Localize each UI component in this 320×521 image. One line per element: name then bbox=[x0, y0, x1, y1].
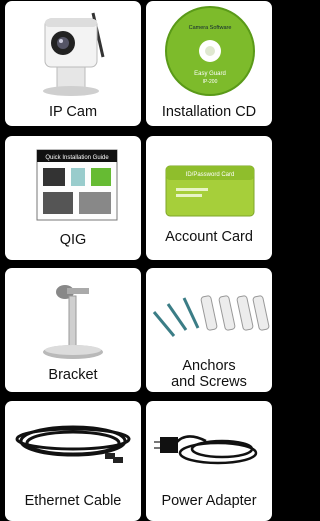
ethernet-cable-image bbox=[15, 425, 131, 463]
anchors-screws-tile: Anchors and Screws bbox=[146, 268, 272, 392]
power-adapter-tile: Power Adapter bbox=[146, 401, 272, 521]
anchors-label-line2: and Screws bbox=[171, 374, 247, 390]
power-adapter-image bbox=[154, 435, 258, 465]
power-adapter-label: Power Adapter bbox=[161, 493, 257, 509]
ip-camera-image bbox=[43, 12, 105, 96]
ethernet-cable-tile: Ethernet Cable bbox=[5, 401, 141, 521]
account-card-tile: ID/Password Card Account Card bbox=[146, 136, 272, 260]
card-title-text: ID/Password Card bbox=[186, 172, 235, 178]
cd-image: Camera Software Easy Guard IP-200 bbox=[165, 6, 255, 96]
qig-tile: Quick Installation Guide QIG bbox=[5, 136, 141, 260]
installation-cd-tile: Camera Software Easy Guard IP-200 Instal… bbox=[146, 1, 272, 126]
qig-label: QIG bbox=[59, 232, 87, 248]
disc-brand-text: Easy Guard bbox=[194, 71, 226, 77]
bracket-label: Bracket bbox=[48, 367, 98, 383]
account-card-label: Account Card bbox=[165, 229, 253, 245]
disc-model-text: IP-200 bbox=[203, 79, 218, 85]
account-card-image: ID/Password Card bbox=[165, 165, 255, 217]
ip-cam-label: IP Cam bbox=[48, 104, 98, 120]
bracket-image bbox=[43, 285, 103, 359]
ip-cam-tile: IP Cam bbox=[5, 1, 141, 126]
ethernet-cable-label: Ethernet Cable bbox=[24, 493, 122, 509]
bracket-tile: Bracket bbox=[5, 268, 141, 392]
anchors-label-line1: Anchors bbox=[182, 358, 236, 374]
installation-cd-label: Installation CD bbox=[161, 104, 257, 120]
disc-title-text: Camera Software bbox=[189, 25, 232, 31]
guide-title-text: Quick Installation Guide bbox=[45, 155, 109, 161]
quick-guide-image: Quick Installation Guide bbox=[36, 149, 118, 221]
anchors-screws-image bbox=[152, 295, 270, 337]
